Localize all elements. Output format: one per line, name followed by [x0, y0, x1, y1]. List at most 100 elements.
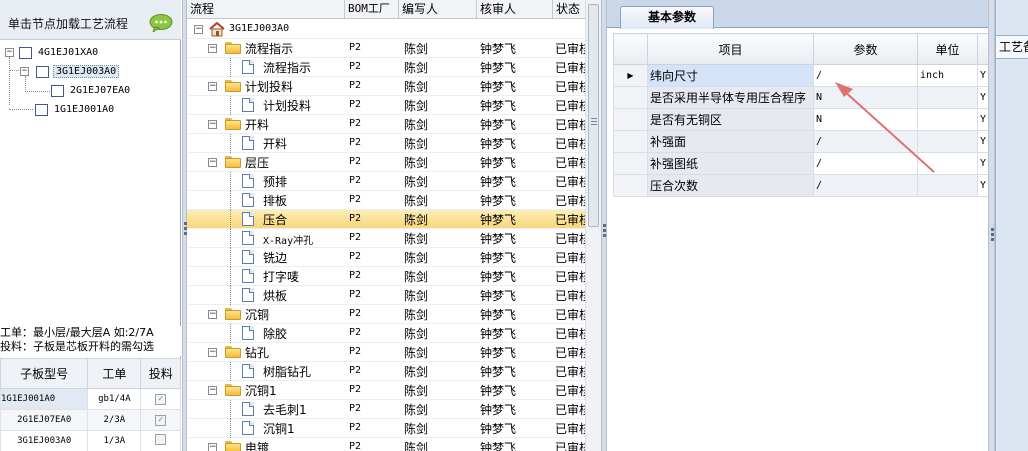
speech-bubble-icon[interactable]: [149, 14, 173, 32]
cell-author: 陈剑: [404, 213, 429, 227]
cell-bom: P2: [349, 308, 362, 319]
document-icon: [242, 212, 254, 226]
process-row[interactable]: 计划投料 P2 陈剑 钟梦飞 已审核: [187, 96, 591, 115]
process-step-name: 计划投料: [263, 99, 312, 113]
process-row[interactable]: − 沉铜1 P2 陈剑 钟梦飞 已审核: [187, 381, 591, 400]
cell-author: 陈剑: [404, 270, 429, 284]
process-row[interactable]: − 层压 P2 陈剑 钟梦飞 已审核: [187, 153, 591, 172]
process-row[interactable]: − 电镀 P2 陈剑 钟梦飞 已审核: [187, 438, 591, 451]
process-step-name: 树脂钻孔: [263, 365, 312, 379]
cell-reviewer: 钟梦飞: [480, 384, 517, 398]
expand-toggle[interactable]: −: [208, 348, 217, 357]
tree-node-label: 3G1EJ003A0: [53, 65, 120, 78]
tree-node-label: 4G1EJ01XA0: [38, 47, 99, 58]
process-row[interactable]: 压合 P2 陈剑 钟梦飞 已审核: [187, 210, 591, 229]
col-header-bom[interactable]: BOM工厂: [345, 0, 399, 19]
process-row[interactable]: 树脂钻孔 P2 陈剑 钟梦飞 已审核: [187, 362, 591, 381]
feed-checkbox[interactable]: ✓: [155, 414, 167, 426]
process-row[interactable]: 去毛刺1 P2 陈剑 钟梦飞 已审核: [187, 400, 591, 419]
left-panel: 单击节点加载工艺流程 −4G1EJ01XA0−3G1EJ003A0 2G1EJ07…: [0, 0, 181, 451]
tab-process-notes[interactable]: 工艺备: [996, 35, 1028, 59]
col-header-feed[interactable]: 投料: [140, 358, 181, 389]
process-row[interactable]: − 沉铜 P2 陈剑 钟梦飞 已审核: [187, 305, 591, 324]
cell-reviewer: 钟梦飞: [480, 213, 517, 227]
cell-bom: P2: [349, 232, 362, 243]
document-icon: [242, 231, 254, 245]
process-name: 沉铜1: [245, 384, 277, 398]
expand-toggle[interactable]: −: [208, 120, 217, 129]
cell-feed: [140, 430, 181, 451]
process-row[interactable]: 预排 P2 陈剑 钟梦飞 已审核: [187, 172, 591, 191]
tree-node[interactable]: 2G1EJ07EA0: [0, 82, 181, 100]
cell-reviewer: 钟梦飞: [480, 118, 517, 132]
cell-bom: P2: [349, 403, 362, 414]
col-header-order[interactable]: 工单: [87, 358, 142, 389]
expand-toggle[interactable]: −: [208, 44, 217, 53]
process-row[interactable]: 排板 P2 陈剑 钟梦飞 已审核: [187, 191, 591, 210]
process-row[interactable]: 烘板 P2 陈剑 钟梦飞 已审核: [187, 286, 591, 305]
cell-bom: P2: [349, 137, 362, 148]
cell-reviewer: 钟梦飞: [480, 327, 517, 341]
process-row[interactable]: 沉铜1 P2 陈剑 钟梦飞 已审核: [187, 419, 591, 438]
feed-checkbox[interactable]: [155, 434, 167, 445]
process-row[interactable]: 打字唛 P2 陈剑 钟梦飞 已审核: [187, 267, 591, 286]
process-grid-scrollbar[interactable]: [585, 0, 601, 451]
tree-node-label: 2G1EJ07EA0: [70, 85, 131, 96]
cell-bom: P2: [349, 327, 362, 338]
cell-feed: ✓: [140, 388, 181, 410]
process-root-row[interactable]: − 3G1EJ003A0: [187, 20, 585, 39]
expand-toggle[interactable]: −: [208, 386, 217, 395]
tree-node[interactable]: − 3G1EJ003A0: [0, 63, 181, 81]
instruction-note: 工单：最小层/最大层A 如:2/7A 投料：子板是芯板开料的需勾选: [0, 326, 181, 356]
expand-toggle[interactable]: −: [208, 443, 217, 451]
process-row[interactable]: 开料 P2 陈剑 钟梦飞 已审核: [187, 134, 591, 153]
process-row[interactable]: 铣边 P2 陈剑 钟梦飞 已审核: [187, 248, 591, 267]
expand-toggle[interactable]: −: [208, 82, 217, 91]
scrollbar-thumb[interactable]: [588, 4, 599, 227]
col-header-reviewer[interactable]: 核审人: [477, 0, 553, 19]
folder-icon: [225, 42, 241, 54]
table-row[interactable]: 1G1EJ001A0 gb1/4A ✓: [0, 388, 181, 410]
process-row[interactable]: 除胶 P2 陈剑 钟梦飞 已审核: [187, 324, 591, 343]
note-line-feed: 投料：子板是芯板开料的需勾选: [0, 340, 154, 353]
cell-bom: P2: [349, 213, 362, 224]
tree-node[interactable]: 1G1EJ001A0: [0, 101, 181, 119]
cell-bom: P2: [349, 251, 362, 262]
feed-checkbox[interactable]: ✓: [155, 393, 167, 405]
document-icon: [242, 98, 254, 112]
cell-reviewer: 钟梦飞: [480, 403, 517, 417]
col-header-author[interactable]: 编写人: [399, 0, 477, 19]
col-header-model[interactable]: 子板型号: [0, 358, 89, 389]
process-row[interactable]: − 钻孔 P2 陈剑 钟梦飞 已审核: [187, 343, 591, 362]
process-row[interactable]: 流程指示 P2 陈剑 钟梦飞 已审核: [187, 58, 591, 77]
expand-toggle[interactable]: −: [208, 310, 217, 319]
tree-node[interactable]: − 4G1EJ01XA0: [0, 44, 181, 62]
process-row[interactable]: − 计划投料 P2 陈剑 钟梦飞 已审核: [187, 77, 591, 96]
table-row[interactable]: 2G1EJ07EA0 2/3A ✓: [0, 409, 181, 431]
process-step-name: 压合: [263, 213, 288, 227]
document-icon: [242, 421, 254, 435]
process-row[interactable]: − 开料 P2 陈剑 钟梦飞 已审核: [187, 115, 591, 134]
document-icon: [242, 364, 254, 378]
process-step-name: X-Ray冲孔: [263, 236, 314, 247]
expand-toggle[interactable]: −: [5, 48, 14, 57]
col-header-flow[interactable]: 流程: [187, 0, 345, 19]
expand-toggle[interactable]: −: [208, 158, 217, 167]
expand-toggle[interactable]: −: [194, 25, 203, 34]
expand-toggle[interactable]: −: [20, 67, 29, 76]
table-row[interactable]: 3G1EJ003A0 1/3A: [0, 430, 181, 451]
cell-bom: P2: [349, 346, 362, 357]
annotation-arrow: [835, 82, 935, 173]
cell-bom: P2: [349, 118, 362, 129]
process-step-name: 流程指示: [263, 61, 312, 75]
col-header-status[interactable]: 状态: [553, 0, 585, 19]
cell-bom: P2: [349, 365, 362, 376]
cell-bom: P2: [349, 175, 362, 186]
process-row[interactable]: X-Ray冲孔 P2 陈剑 钟梦飞 已审核: [187, 229, 591, 248]
document-icon: [35, 104, 48, 116]
cell-model: 1G1EJ001A0: [0, 388, 89, 410]
cell-model: 2G1EJ07EA0: [0, 409, 89, 431]
right-splitter[interactable]: [988, 0, 995, 451]
process-row[interactable]: − 流程指示 P2 陈剑 钟梦飞 已审核: [187, 39, 591, 58]
cell-author: 陈剑: [404, 42, 429, 56]
